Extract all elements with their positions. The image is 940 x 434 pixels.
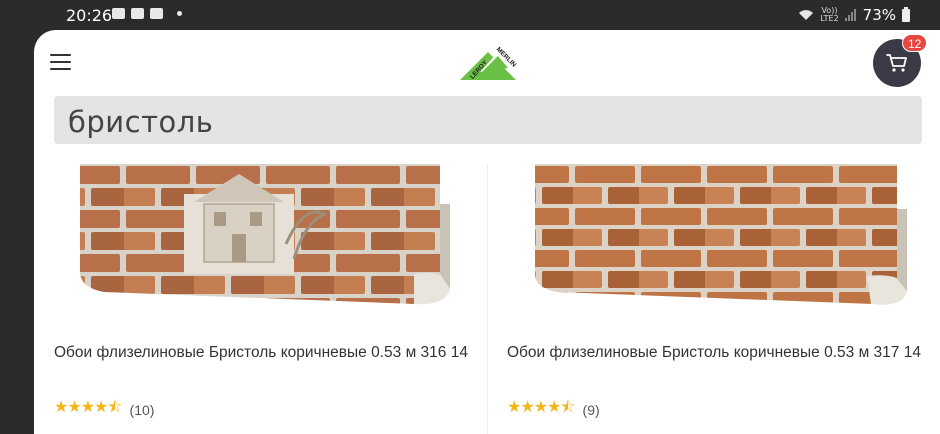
system-status: Vo)) LTE2 73% — [798, 6, 910, 24]
status-bar: 20:26 Vo)) LTE2 73% — [0, 0, 940, 30]
notification-icons — [112, 8, 182, 19]
youtube-icon — [150, 8, 163, 19]
youtube-icon — [131, 8, 144, 19]
volte-icon: Vo)) LTE2 — [820, 6, 839, 23]
product-card[interactable]: Обои флизелиновые Бристоль коричневые 0.… — [54, 164, 474, 434]
grid-divider — [487, 164, 488, 434]
cart-count-badge: 12 — [902, 34, 928, 52]
battery-percent: 73% — [862, 6, 896, 24]
battery-icon — [902, 6, 910, 22]
product-card[interactable]: Обои флизелиновые Бристоль коричневые 0.… — [507, 164, 927, 434]
app-window: LEROY MERLIN 12 бристоль Обои флизелинов… — [34, 30, 940, 434]
gallery-icon — [112, 8, 125, 19]
search-input[interactable]: бристоль — [54, 96, 922, 144]
hamburger-icon — [50, 54, 71, 56]
product-title[interactable]: Обои флизелиновые Бристоль коричневые 0.… — [507, 342, 927, 364]
product-image-wallpaper-brick — [535, 164, 907, 305]
product-title[interactable]: Обои флизелиновые Бристоль коричневые 0.… — [54, 342, 474, 364]
status-time: 20:26 — [66, 6, 113, 25]
search-query: бристоль — [68, 105, 214, 139]
rating-stars-icon: ★★★★⯪ — [507, 399, 576, 416]
product-rating: ★★★★⯪ (9) — [507, 396, 600, 423]
review-count: (10) — [129, 401, 155, 418]
rating-stars-icon: ★★★★⯪ — [54, 399, 123, 416]
review-count: (9) — [582, 401, 600, 418]
product-image-wallpaper-brick-house — [80, 164, 450, 305]
menu-button[interactable] — [50, 54, 72, 72]
signal-icon — [844, 9, 856, 21]
more-notifications-icon — [177, 11, 182, 16]
product-rating: ★★★★⯪ (10) — [54, 396, 154, 423]
cart-icon — [886, 54, 907, 72]
wifi-icon — [799, 10, 814, 20]
leroy-merlin-logo[interactable]: LEROY MERLIN — [458, 44, 518, 84]
